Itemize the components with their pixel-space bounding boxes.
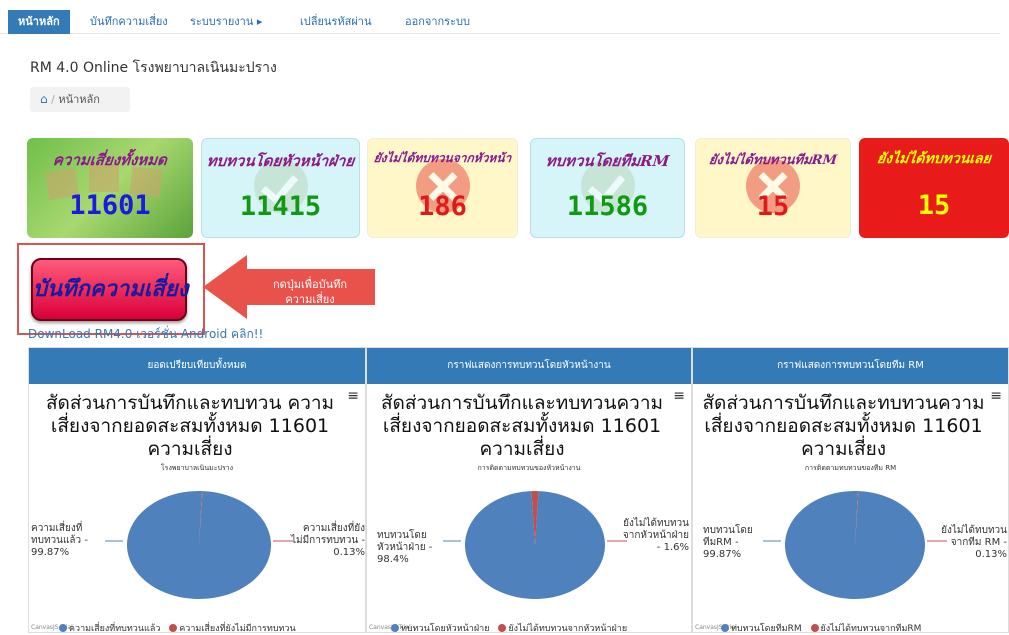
stat-value: 11415 — [239, 191, 322, 222]
chart-menu-icon[interactable]: ≡ — [990, 388, 1002, 404]
nav-change-password[interactable]: เปลี่ยนรหัสผ่าน — [290, 10, 381, 34]
stat-tile-not-reviewed-by-rm[interactable]: ยังไม่ได้ทบทวนทีมRM 15 — [695, 138, 851, 238]
nav-reports[interactable]: ระบบรายงาน ▸ — [180, 10, 272, 34]
nav-home[interactable]: หน้าหลัก — [8, 10, 70, 34]
nav-record-risk[interactable]: บันทึกความเสี่ยง — [80, 10, 178, 34]
slice-label-reviewed: ทบทวนโดยทีมRM - 99.87% — [703, 525, 753, 560]
top-navbar: หน้าหลัก บันทึกความเสี่ยง ระบบรายงาน ▸ เ… — [0, 10, 1000, 34]
hint-line-1: กดปุ่มเพื่อบันทึก — [272, 278, 348, 291]
hint-text: กดปุ่มเพื่อบันทึก ความเสี่ยง — [250, 277, 370, 307]
stat-value: 15 — [917, 190, 951, 221]
pie-chart-head-review — [443, 491, 627, 599]
chart-title: สัดส่วนการบันทึกและทบทวนความเสี่ยงจากยอด… — [702, 392, 985, 460]
breadcrumb-current: หน้าหลัก — [58, 93, 100, 106]
legend-dot-red — [169, 624, 178, 632]
stat-value: 11586 — [566, 191, 649, 222]
chart-title: สัดส่วนการบันทึกและทบทวนความเสี่ยงจากยอด… — [380, 392, 664, 460]
stat-tile-never-reviewed[interactable]: ยังไม่ได้ทบทวนเลย 15 — [859, 138, 1009, 238]
pie-chart-rm-review — [763, 490, 947, 599]
stat-label: ยังไม่ได้ทบทวนเลย — [876, 151, 992, 167]
hint-line-2: ความเสี่ยง — [285, 293, 335, 306]
chart-menu-icon[interactable]: ≡ — [673, 388, 685, 404]
record-risk-button[interactable]: บันทึกความเสี่ยง — [31, 258, 188, 321]
legend-dot-red — [810, 624, 819, 632]
breadcrumb: ⌂ / หน้าหลัก — [30, 87, 130, 112]
pie-slice-0[interactable] — [784, 490, 925, 599]
stat-tile-not-reviewed-by-head[interactable]: ยังไม่ได้ทบทวนจากหัวหน้า 186 — [367, 138, 518, 238]
legend-dot-red — [498, 624, 507, 632]
stat-label: ความเสี่ยงทั้งหมด — [52, 151, 168, 169]
chart-title: สัดส่วนการบันทึกและทบทวน ความเสี่ยงจากยอ… — [45, 392, 335, 460]
pie-slice-0[interactable] — [126, 490, 271, 599]
chart-menu-icon[interactable]: ≡ — [347, 388, 359, 404]
stat-label: ยังไม่ได้ทบทวนจากหัวหน้า — [373, 151, 513, 165]
chart-subtitle: การติดตามทบทวนของหัวหน้างาน — [477, 464, 581, 472]
slice-label-reviewed: ความเสี่ยงที่ทบทวนแล้ว - 99.87% — [31, 523, 88, 558]
stat-label: ทบทวนโดยทีมRM — [544, 152, 671, 170]
stat-tile-reviewed-by-rm[interactable]: ทบทวนโดยทีมRM 11586 — [530, 138, 685, 238]
android-download-link[interactable]: DownLoad RM4.0 เวอร์ชั่น Android คลิก!! — [28, 325, 263, 344]
stat-label: ยังไม่ได้ทบทวนทีมRM — [708, 153, 838, 168]
stat-tile-reviewed-by-head[interactable]: ทบทวนโดยหัวหน้าฝ่าย 11415 — [201, 138, 360, 238]
page-title: RM 4.0 Online โรงพยาบาลเนินมะปราง — [30, 60, 277, 76]
legend-dot-blue — [59, 624, 67, 632]
panel-head-review: กราฟแสดงการทบทวนโดยหัวหน้างาน สัดส่วนการ… — [366, 347, 692, 634]
stat-label: ทบทวนโดยหัวหน้าฝ่าย — [205, 152, 356, 170]
chart-subtitle: การติดตามทบทวนของทีม RM — [804, 464, 897, 472]
legend-dot-blue — [721, 624, 729, 632]
panel-rm-review: กราฟแสดงการทบทวนโดยทีม RM สัดส่วนการบันท… — [692, 347, 1009, 634]
chart-subtitle: โรงพยาบาลเนินมะปราง — [160, 464, 234, 472]
pie-chart-overall — [105, 490, 293, 599]
slice-label-not-reviewed: ความเสี่ยงที่ยังไม่มีการทบทวน - 0.13% — [290, 523, 365, 558]
panel-overall: ยอดเปรียบเทียบทั้งหมด สัดส่วนการบันทึกแล… — [28, 347, 366, 634]
legend-dot-blue — [391, 624, 399, 632]
slice-label-not-reviewed: ยังไม่ได้ทบทวนจากหัวหน้าฝ่าย - 1.6% — [622, 518, 689, 553]
stat-value: 15 — [756, 191, 790, 222]
nav-logout[interactable]: ออกจากระบบ — [395, 10, 480, 34]
slice-label-reviewed: ทบทวนโดยหัวหน้าฝ่าย - 98.4% — [377, 530, 433, 565]
stat-value: 186 — [418, 191, 467, 222]
record-risk-highlight: บันทึกความเสี่ยง — [17, 243, 205, 335]
home-icon[interactable]: ⌂ — [40, 92, 48, 106]
stat-tile-all-risks[interactable]: ความเสี่ยงทั้งหมด 11601 — [27, 138, 193, 238]
slice-label-not-reviewed: ยังไม่ได้ทบทวนจากทีม RM - 0.13% — [941, 525, 1007, 560]
stat-value: 11601 — [69, 190, 151, 221]
